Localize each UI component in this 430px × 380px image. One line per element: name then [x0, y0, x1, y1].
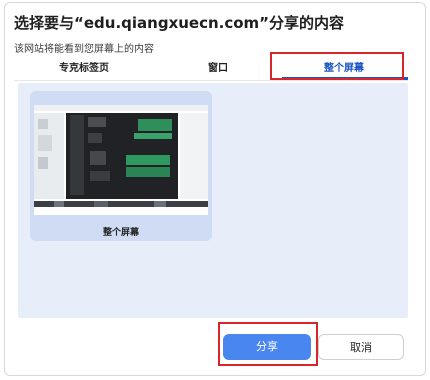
thumb-green-block [126, 155, 170, 165]
thumb-green-block [138, 119, 172, 131]
thumb-right-area [180, 113, 208, 199]
thumb-block [38, 157, 48, 169]
dialog-subtitle: 该网站将能看到您屏幕上的内容 [14, 44, 154, 55]
cancel-button[interactable]: 取消 [318, 334, 404, 360]
screen-option-card[interactable]: 整个屏幕 [30, 91, 212, 241]
thumb-topbar [34, 105, 208, 111]
thumb-block [88, 133, 102, 143]
thumb-block [38, 119, 48, 129]
thumb-block [38, 135, 52, 151]
thumb-green-block [134, 133, 172, 139]
thumb-block [70, 115, 84, 195]
screen-thumbnail [34, 105, 208, 215]
thumb-block [90, 171, 110, 181]
screen-option-label: 整个屏幕 [102, 228, 139, 238]
annotation-highlight-share [218, 322, 318, 366]
dialog-title: 选择要与“edu.qiangxuecn.com”分享的内容 [14, 14, 345, 32]
tab-window[interactable]: 窗口 [154, 58, 282, 80]
thumb-green-block [126, 167, 170, 177]
annotation-highlight-tab [270, 52, 404, 80]
thumb-block [90, 151, 106, 165]
tab-browser-tab[interactable]: 专克标签页 [14, 58, 154, 80]
thumb-block [88, 117, 106, 127]
thumb-bottom [34, 207, 208, 215]
